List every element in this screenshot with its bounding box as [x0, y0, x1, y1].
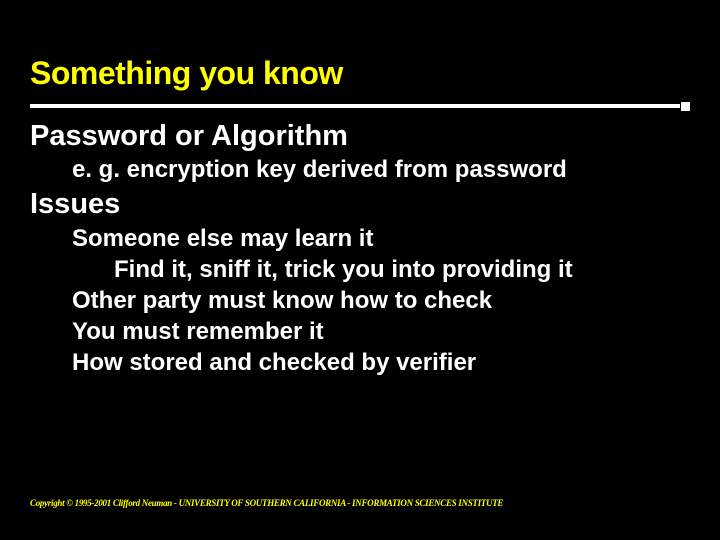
- content-line: Find it, sniff it, trick you into provid…: [114, 255, 690, 285]
- title-divider: [30, 100, 690, 110]
- slide-content: Password or Algorithm e. g. encryption k…: [30, 118, 690, 378]
- content-line: You must remember it: [72, 317, 690, 347]
- divider-endcap: [681, 102, 690, 111]
- slide: Something you know Password or Algorithm…: [0, 0, 720, 540]
- content-line: Issues: [30, 186, 690, 222]
- content-line: Someone else may learn it: [72, 224, 690, 254]
- content-line: e. g. encryption key derived from passwo…: [72, 155, 690, 185]
- copyright-footer: Copyright © 1995-2001 Clifford Neuman - …: [30, 498, 503, 508]
- content-line: How stored and checked by verifier: [72, 348, 690, 378]
- content-heading: Password or Algorithm: [30, 118, 690, 154]
- slide-title: Something you know: [30, 55, 690, 92]
- divider-line: [30, 104, 680, 108]
- content-line: Other party must know how to check: [72, 286, 690, 316]
